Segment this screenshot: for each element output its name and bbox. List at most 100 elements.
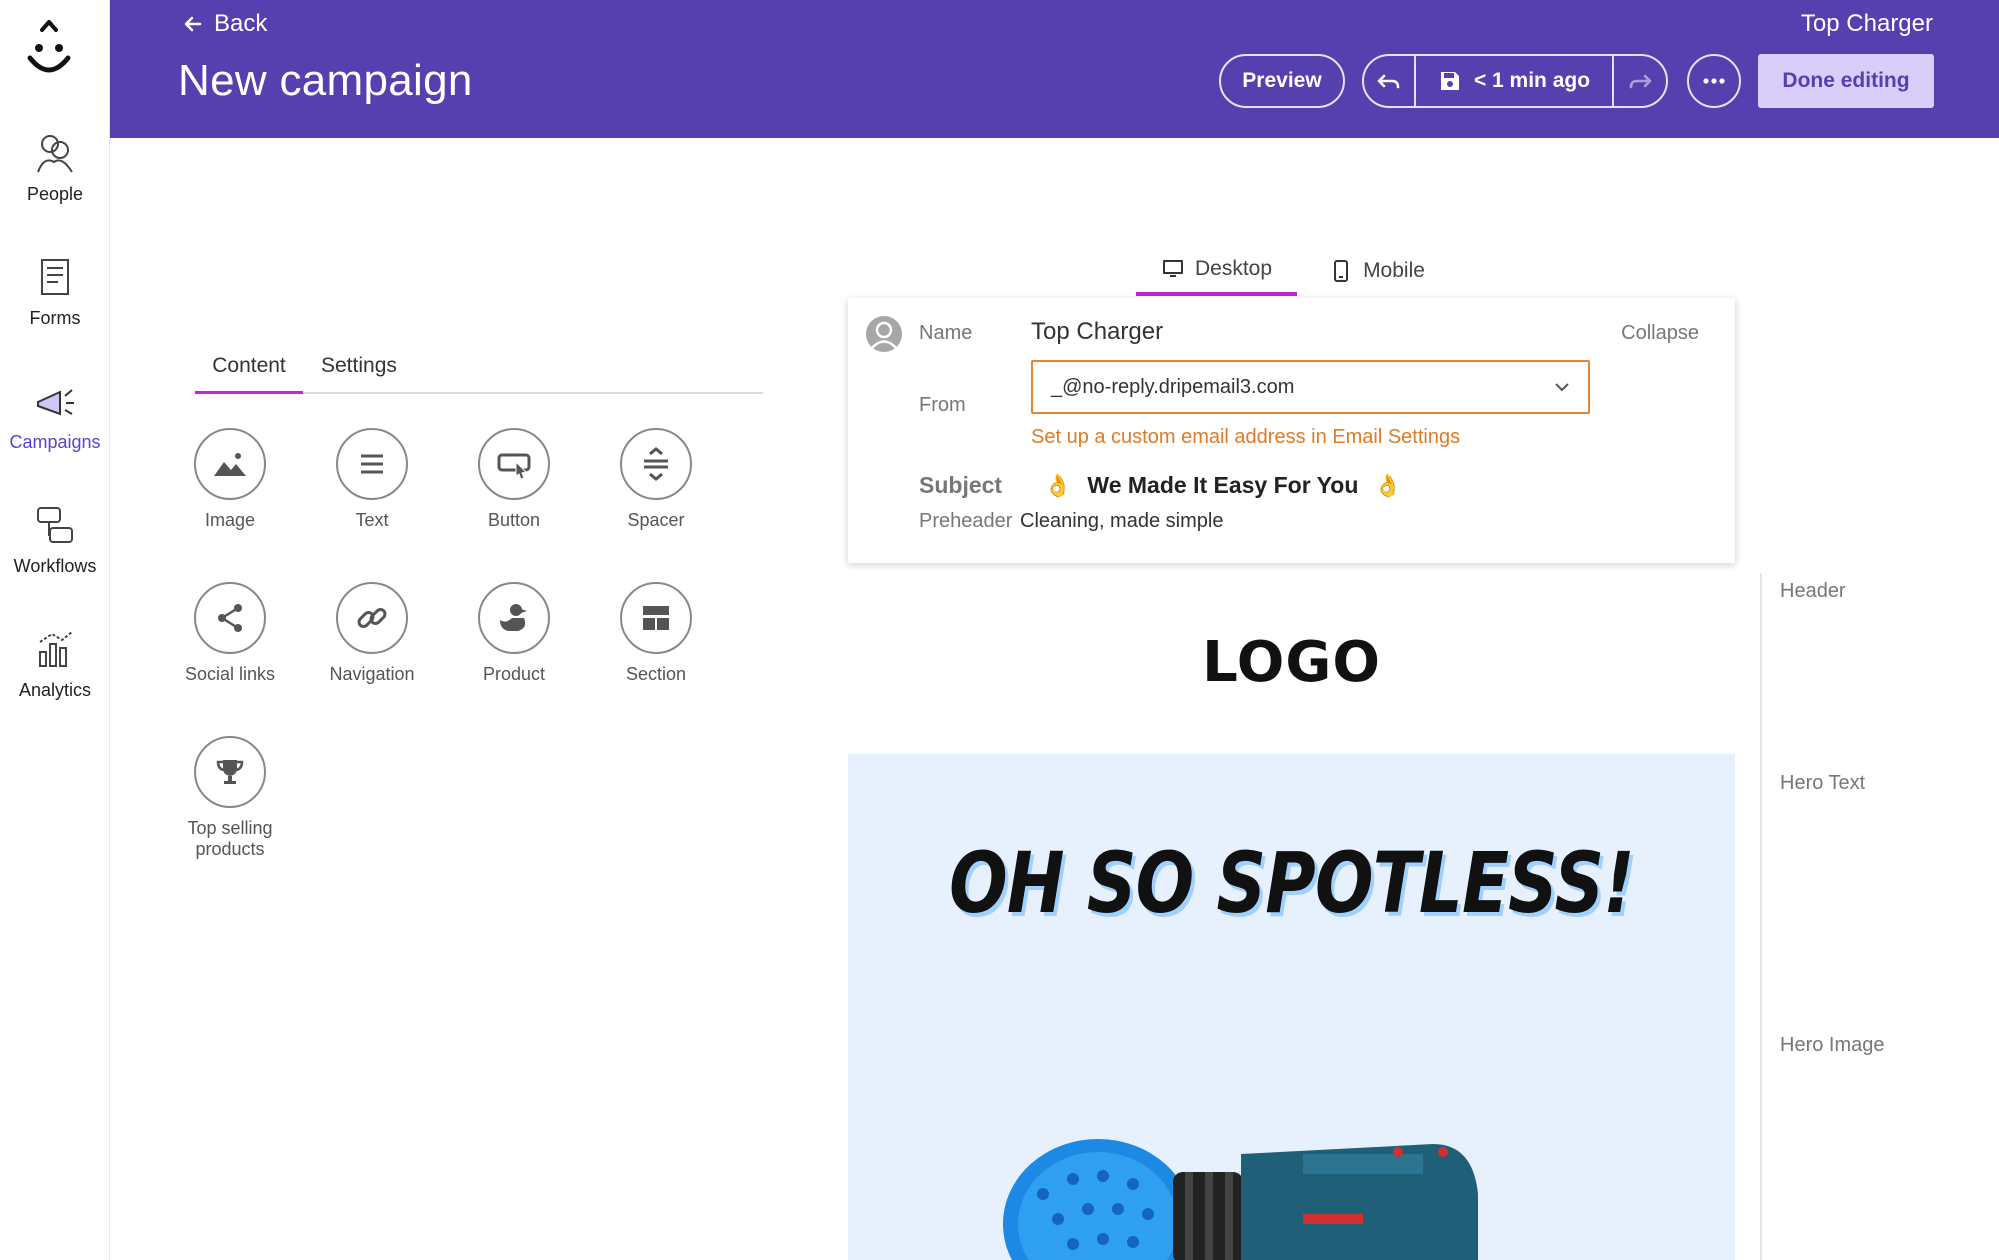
megaphone-icon [37,389,74,416]
save-icon [1440,72,1459,90]
email-hero-block[interactable]: OH SO SPOTLESS! [848,754,1735,1260]
tool-navigation[interactable]: Navigation [312,582,432,685]
nav-item-analytics[interactable]: Analytics [0,624,110,701]
chevron-down-icon [1555,383,1569,392]
arrow-left-icon [184,16,202,32]
people-icon [37,135,73,173]
save-status-button[interactable]: < 1 min ago [1416,56,1614,106]
tab-desktop[interactable]: Desktop [1136,246,1297,296]
name-value[interactable]: Top Charger [1031,318,1163,346]
email-header-block[interactable]: LOGO [848,570,1735,754]
page-title: New campaign [178,56,473,105]
tool-product[interactable]: Product [454,582,574,685]
panel-tabs: Content Settings [195,354,763,394]
done-editing-button[interactable]: Done editing [1758,54,1934,108]
hero-text[interactable]: OH SO SPOTLESS! [928,834,1655,932]
drip-logo-icon[interactable] [22,18,76,80]
tab-settings[interactable]: Settings [321,354,401,394]
ok-hand-emoji-icon: 👌 [1374,472,1402,498]
from-address-select[interactable]: _@no-reply.dripemail3.com [1031,360,1590,414]
from-label: From [919,394,966,416]
collapse-button[interactable]: Collapse [1621,322,1699,345]
spacer-icon [644,447,668,481]
subject-label: Subject [919,472,1003,498]
email-settings-card: Name Top Charger Collapse From _@no-repl… [848,298,1735,563]
save-status-text: < 1 min ago [1473,69,1591,92]
tool-label: Social links [184,664,276,684]
tab-desktop-label: Desktop [1194,257,1273,280]
tab-mobile-label: Mobile [1363,259,1425,282]
tool-button-circle [478,428,550,500]
trophy-icon [216,760,244,784]
nav-label-forms: Forms [29,308,81,328]
tool-image[interactable]: Image [170,428,290,531]
preheader-value[interactable]: Cleaning, made simple [1020,510,1223,533]
tool-label: Button [487,510,541,530]
tool-product-circle [478,582,550,654]
account-name[interactable]: Top Charger [1801,10,1933,38]
left-nav: People Forms Campaigns Workflows Analyti… [0,0,110,1260]
back-link[interactable]: Back [182,10,267,38]
workflows-icon [37,507,73,543]
outline-item-hero-image[interactable]: Hero Image [1780,1034,1885,1057]
nav-item-campaigns[interactable]: Campaigns [0,376,110,453]
tool-spacer-circle [620,428,692,500]
tool-label: Top selling products [187,818,273,859]
mobile-icon [1334,260,1349,282]
undo-button[interactable] [1364,56,1416,106]
share-icon [218,604,242,632]
logo-placeholder: LOGO [1202,629,1381,695]
outline-item-header[interactable]: Header [1780,580,1846,603]
image-icon [214,453,246,476]
forms-icon [41,259,69,295]
tab-content[interactable]: Content [195,354,303,394]
nav-item-people[interactable]: People [0,128,110,205]
link-icon [357,608,387,628]
tool-top-selling-circle [194,736,266,808]
redo-icon [1629,74,1652,89]
tool-image-circle [194,428,266,500]
tool-social-links-circle [194,582,266,654]
preheader-label: Preheader [919,510,1013,532]
tool-section[interactable]: Section [596,582,716,685]
ok-hand-emoji-icon: 👌 [1044,472,1072,498]
outline-divider [1760,573,1762,1260]
tool-navigation-circle [336,582,408,654]
subject-value: We Made It Easy For You [1087,472,1359,498]
editor-header: Back New campaign Top Charger Preview < … [110,0,1999,138]
back-label: Back [214,10,268,37]
hero-product-image[interactable] [1003,1084,1483,1260]
tab-mobile[interactable]: Mobile [1317,246,1437,296]
text-icon [361,454,383,474]
tool-spacer[interactable]: Spacer [596,428,716,531]
tool-text-circle [336,428,408,500]
campaign-editor: People Forms Campaigns Workflows Analyti… [0,0,1999,1260]
custom-email-settings-link[interactable]: Set up a custom email address in Email S… [1031,426,1460,449]
tool-section-circle [620,582,692,654]
nav-label-analytics: Analytics [18,680,92,700]
more-horizontal-icon [1703,78,1725,84]
tool-text[interactable]: Text [312,428,432,531]
tool-label: Spacer [627,510,685,530]
user-icon [870,321,898,350]
redo-button[interactable] [1614,56,1666,106]
nav-item-forms[interactable]: Forms [0,252,110,329]
nav-label-campaigns: Campaigns [9,432,101,452]
tool-button[interactable]: Button [454,428,574,531]
email-canvas: LOGO OH SO SPOTLESS! [848,570,1735,1260]
section-icon [643,606,669,630]
tool-label: Product [482,664,546,684]
tool-label: Navigation [329,664,415,684]
preview-button[interactable]: Preview [1219,54,1345,108]
tool-label: Text [355,510,389,530]
nav-label-people: People [26,184,84,204]
duck-icon [500,604,527,631]
subject-field[interactable]: 👌 We Made It Easy For You 👌 [1044,472,1402,499]
more-options-button[interactable] [1687,54,1741,108]
tool-social-links[interactable]: Social links [170,582,290,685]
name-label: Name [919,322,973,344]
tool-top-selling-products[interactable]: Top selling products [170,736,290,860]
outline-item-hero-text[interactable]: Hero Text [1780,772,1865,795]
tool-label: Image [204,510,256,530]
nav-item-workflows[interactable]: Workflows [0,500,110,577]
